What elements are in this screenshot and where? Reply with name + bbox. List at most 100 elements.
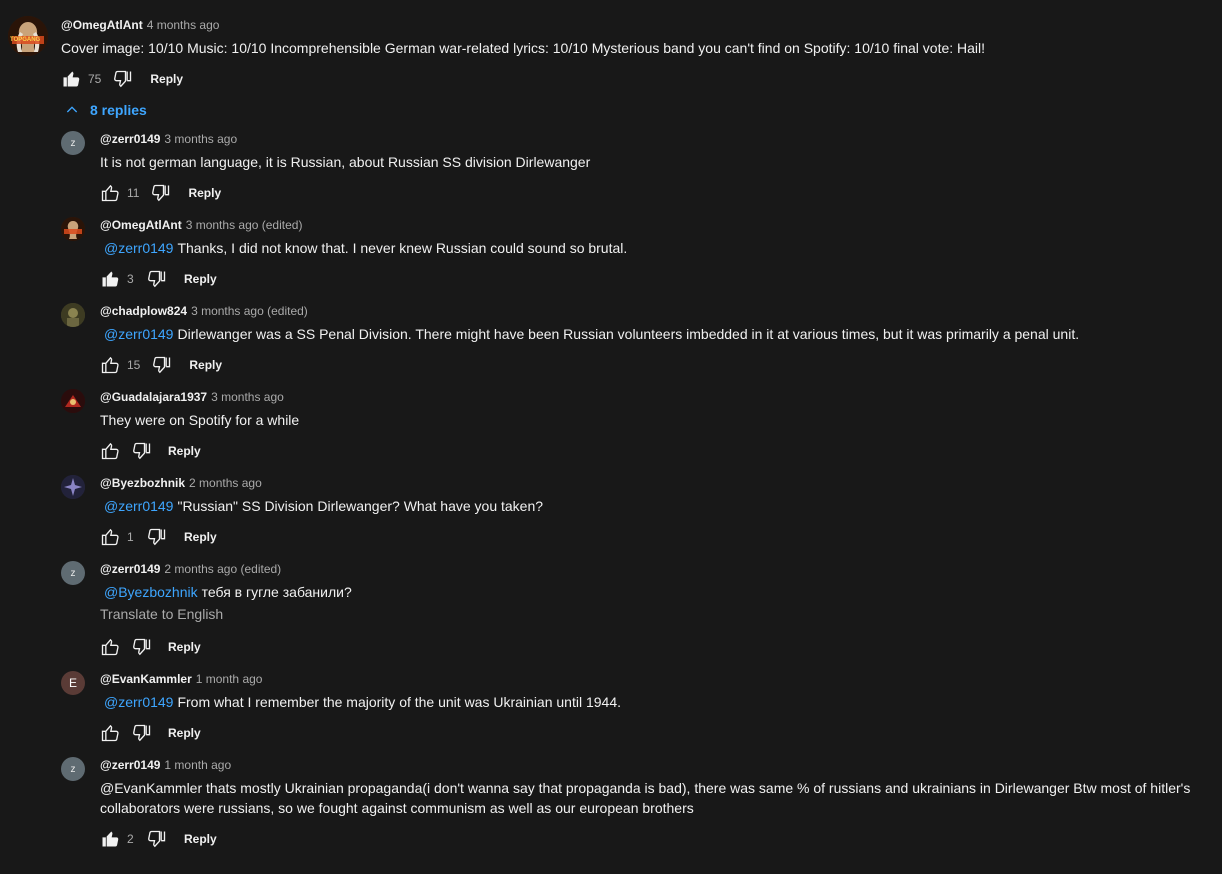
like-count: 2 [127,832,134,846]
timestamp[interactable]: 3 months ago (edited) [191,304,308,318]
author-name[interactable]: @OmegAtlAnt [61,18,143,32]
replies-count-label: 8 replies [90,102,147,118]
reply-text: @EvanKammler thats mostly Ukrainian prop… [100,780,1191,816]
reply-text: "Russian" SS Division Dirlewanger? What … [177,498,544,514]
reply-text-line: @zerr0149 "Russian" SS Division Dirlewang… [100,496,543,516]
reply-text: тебя в гугле забанили? [201,584,352,600]
dislike-icon[interactable] [113,69,133,89]
author-name[interactable]: @zerr0149 [100,562,160,576]
reply-actions: 11 Reply [100,181,221,205]
reply-button[interactable]: Reply [168,444,201,458]
reply-header: @zerr0149 1 month ago [100,758,231,772]
reply-actions: Reply [100,439,201,463]
dislike-icon[interactable] [132,441,152,461]
timestamp[interactable]: 2 months ago (edited) [164,562,281,576]
timestamp[interactable]: 3 months ago [164,132,237,146]
avatar-letter: E [68,676,77,690]
avatar-text: TOPGANG [10,37,41,43]
timestamp[interactable]: 1 month ago [164,758,231,772]
author-name[interactable]: @chadplow824 [100,304,187,318]
mention-link[interactable]: @Byezbozhnik [104,584,198,600]
avatar[interactable] [61,475,85,499]
reply-button[interactable]: Reply [184,530,217,544]
reply-text: Thanks, I did not know that. I never kne… [177,240,628,256]
reply-header: @Guadalajara1937 3 months ago [100,390,284,404]
reply-button[interactable]: Reply [168,640,201,654]
comment-actions: 75 Reply [61,67,183,91]
like-icon[interactable] [61,69,81,89]
avatar[interactable]: E [61,671,85,695]
dislike-icon[interactable] [152,355,172,375]
mention-link[interactable]: @zerr0149 [104,326,173,342]
dislike-icon[interactable] [132,723,152,743]
translate-link[interactable]: Translate to English [100,606,223,622]
reply-button[interactable]: Reply [188,186,221,200]
reply-header: @EvanKammler 1 month ago [100,672,262,686]
like-count: 15 [127,358,141,372]
like-icon[interactable] [100,355,120,375]
avatar-image [61,303,85,327]
reply-text-line: @Byezbozhnik тебя в гугле забанили? [100,582,352,602]
reply-actions: 3 Reply [100,267,217,291]
dislike-icon[interactable] [151,183,171,203]
reply-button[interactable]: Reply [184,272,217,286]
timestamp[interactable]: 1 month ago [196,672,263,686]
comment-header: @OmegAtlAnt 4 months ago [61,18,219,32]
reply-text: From what I remember the majority of the… [177,694,621,710]
dislike-icon[interactable] [147,269,167,289]
reply-button[interactable]: Reply [150,72,183,86]
dislike-icon[interactable] [132,637,152,657]
reply-text: It is not german language, it is Russian… [100,154,591,170]
like-icon[interactable] [100,269,120,289]
avatar[interactable] [61,303,85,327]
avatar[interactable] [61,217,85,241]
like-icon[interactable] [100,527,120,547]
like-icon[interactable] [100,637,120,657]
reply-header: @Byezbozhnik 2 months ago [100,476,262,490]
author-name[interactable]: @Byezbozhnik [100,476,185,490]
reply-text-line: @zerr0149 From what I remember the majori… [100,692,621,712]
timestamp[interactable]: 2 months ago [189,476,262,490]
like-count: 1 [127,530,134,544]
avatar-image [61,475,85,499]
dislike-icon[interactable] [147,527,167,547]
avatar[interactable] [61,389,85,413]
timestamp[interactable]: 3 months ago (edited) [186,218,303,232]
reply-button[interactable]: Reply [184,832,217,846]
mention-link[interactable]: @zerr0149 [104,498,173,514]
reply-button[interactable]: Reply [189,358,222,372]
reply-button[interactable]: Reply [168,726,201,740]
mention-link[interactable]: @zerr0149 [104,240,173,256]
avatar-letter: z [70,763,76,775]
author-name[interactable]: @zerr0149 [100,132,160,146]
reply-header: @chadplow824 3 months ago (edited) [100,304,308,318]
reply-actions: 2 Reply [100,827,217,851]
like-icon[interactable] [100,183,120,203]
dislike-icon[interactable] [147,829,167,849]
author-name[interactable]: @Guadalajara1937 [100,390,207,404]
avatar-letter: z [70,567,76,579]
replies-toggle[interactable]: 8 replies [64,102,147,118]
reply-actions: 15 Reply [100,353,222,377]
timestamp[interactable]: 3 months ago [211,390,284,404]
author-name[interactable]: @EvanKammler [100,672,192,686]
like-icon[interactable] [100,723,120,743]
timestamp[interactable]: 4 months ago [147,18,220,32]
like-count: 11 [127,186,140,200]
reply-header: @OmegAtlAnt 3 months ago (edited) [100,218,302,232]
author-name[interactable]: @zerr0149 [100,758,160,772]
reply-header: @zerr0149 3 months ago [100,132,237,146]
mention-link[interactable]: @zerr0149 [104,694,173,710]
like-count: 3 [127,272,134,286]
avatar[interactable]: z [61,561,85,585]
reply-actions: Reply [100,635,201,659]
reply-text: They were on Spotify for a while [100,412,300,428]
reply-text-line: @zerr0149 Dirlewanger was a SS Penal Divi… [100,324,1079,344]
author-name[interactable]: @OmegAtlAnt [100,218,182,232]
like-icon[interactable] [100,441,120,461]
avatar[interactable]: z [61,757,85,781]
avatar[interactable]: TOPGANG [8,16,48,56]
like-icon[interactable] [100,829,120,849]
avatar[interactable]: z [61,131,85,155]
chevron-up-icon [64,102,80,118]
